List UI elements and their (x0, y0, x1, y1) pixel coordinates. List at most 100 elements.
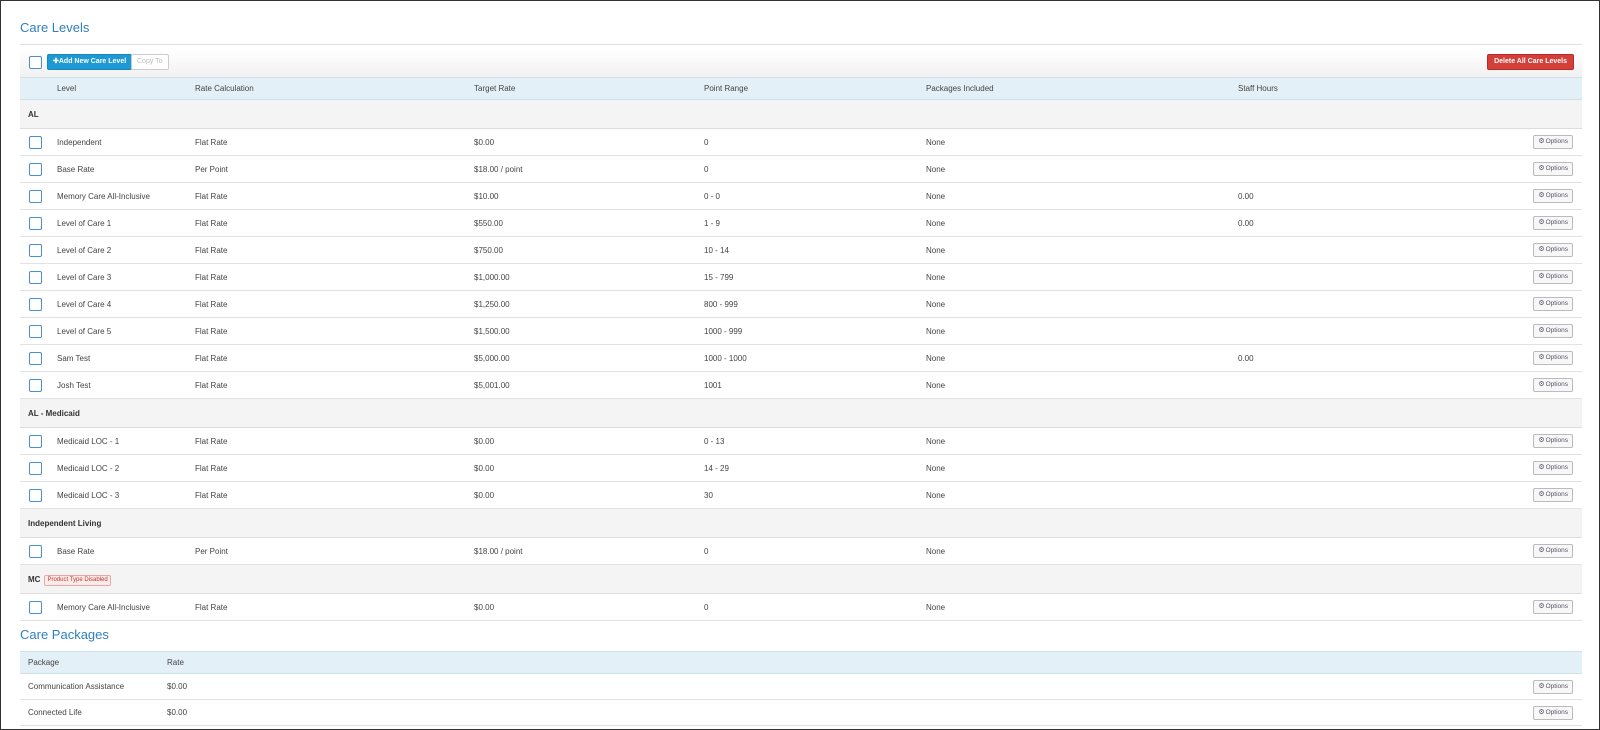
point-range: 14 - 29 (704, 464, 729, 473)
level-name: Level of Care 1 (57, 219, 112, 228)
options-button[interactable]: ⚙Options (1533, 434, 1573, 448)
packages-included: None (926, 138, 946, 147)
gear-icon: ⚙ (1538, 464, 1545, 471)
packages-included: None (926, 165, 946, 174)
col-rate: Rate (167, 658, 184, 667)
gear-icon: ⚙ (1538, 547, 1545, 554)
options-button[interactable]: ⚙Options (1533, 680, 1573, 694)
row-checkbox[interactable] (29, 545, 42, 558)
options-button[interactable]: ⚙Options (1533, 216, 1573, 230)
row-checkbox[interactable] (29, 271, 42, 284)
target-rate: $18.00 / point (474, 165, 523, 174)
group-label: AL (28, 110, 39, 119)
gear-icon: ⚙ (1538, 165, 1545, 172)
group-row: MC Product Type Disabled (20, 565, 1582, 594)
options-button[interactable]: ⚙Options (1533, 351, 1573, 365)
packages-included: None (926, 491, 946, 500)
table-row: Base Rate Per Point $18.00 / point 0 None ⚙Op… (20, 538, 1582, 565)
rate-calculation: Flat Rate (195, 381, 228, 390)
options-button[interactable]: ⚙Options (1533, 162, 1573, 176)
options-button[interactable]: ⚙Options (1533, 461, 1573, 475)
col-package: Package (28, 658, 60, 667)
target-rate: $10.00 (474, 192, 499, 201)
options-button[interactable]: ⚙Options (1533, 297, 1573, 311)
select-all-checkbox[interactable] (29, 56, 42, 69)
row-checkbox[interactable] (29, 190, 42, 203)
care-levels-toolbar: ✚Add New Care Level Copy To Delete All C… (20, 50, 1582, 77)
row-checkbox[interactable] (29, 298, 42, 311)
staff-hours: 0.00 (1238, 354, 1254, 363)
point-range: 0 (704, 547, 709, 556)
options-button[interactable]: ⚙Options (1533, 378, 1573, 392)
delete-all-care-levels-button[interactable]: Delete All Care Levels (1487, 54, 1574, 70)
package-row: Communication Assistance $0.00 ⚙Options (20, 674, 1582, 700)
package-rate: $0.00 (167, 682, 188, 691)
point-range: 1001 (704, 381, 722, 390)
target-rate: $550.00 (474, 219, 503, 228)
rate-calculation: Flat Rate (195, 603, 228, 612)
level-name: Medicaid LOC - 1 (57, 437, 120, 446)
options-button[interactable]: ⚙Options (1533, 324, 1573, 338)
row-checkbox[interactable] (29, 601, 42, 614)
options-button[interactable]: ⚙Options (1533, 189, 1573, 203)
rate-calculation: Per Point (195, 165, 228, 174)
options-button[interactable]: ⚙Options (1533, 243, 1573, 257)
point-range: 800 - 999 (704, 300, 738, 309)
group-label: Independent Living (28, 519, 101, 528)
table-row: Level of Care 3 Flat Rate $1,000.00 15 - 79… (20, 264, 1582, 291)
level-name: Medicaid LOC - 2 (57, 464, 120, 473)
options-label: Options (1545, 381, 1568, 388)
copy-to-button[interactable]: Copy To (131, 54, 169, 70)
options-label: Options (1545, 491, 1568, 498)
options-button[interactable]: ⚙Options (1533, 270, 1573, 284)
gear-icon: ⚙ (1538, 381, 1545, 388)
options-button[interactable]: ⚙Options (1533, 544, 1573, 558)
table-row: Level of Care 4 Flat Rate $1,250.00 800 - 9… (20, 291, 1582, 318)
rate-calculation: Flat Rate (195, 246, 228, 255)
row-checkbox[interactable] (29, 163, 42, 176)
target-rate: $1,500.00 (474, 327, 510, 336)
group-label: MC Product Type Disabled (28, 575, 111, 586)
row-checkbox[interactable] (29, 136, 42, 149)
row-checkbox[interactable] (29, 462, 42, 475)
target-rate: $0.00 (474, 138, 495, 147)
row-checkbox[interactable] (29, 217, 42, 230)
row-checkbox[interactable] (29, 379, 42, 392)
rate-calculation: Flat Rate (195, 300, 228, 309)
options-button[interactable]: ⚙Options (1533, 135, 1573, 149)
point-range: 0 - 13 (704, 437, 725, 446)
gear-icon: ⚙ (1538, 491, 1545, 498)
row-checkbox[interactable] (29, 325, 42, 338)
row-checkbox[interactable] (29, 352, 42, 365)
group-row: AL - Medicaid (20, 399, 1582, 428)
packages-included: None (926, 246, 946, 255)
options-button[interactable]: ⚙Options (1533, 488, 1573, 502)
options-button[interactable]: ⚙Options (1533, 706, 1573, 720)
packages-included: None (926, 603, 946, 612)
table-row: Level of Care 1 Flat Rate $550.00 1 - 9 None… (20, 210, 1582, 237)
level-name: Level of Care 4 (57, 300, 112, 309)
rate-calculation: Flat Rate (195, 192, 228, 201)
add-new-care-level-button[interactable]: ✚Add New Care Level (47, 54, 133, 70)
options-label: Options (1545, 273, 1568, 280)
package-row: Connected Life $0.00 ⚙Options (20, 700, 1582, 726)
table-row: Independent Flat Rate $0.00 0 None ⚙Options (20, 129, 1582, 156)
gear-icon: ⚙ (1538, 192, 1545, 199)
point-range: 30 (704, 491, 713, 500)
rate-calculation: Flat Rate (195, 273, 228, 282)
options-button[interactable]: ⚙Options (1533, 600, 1573, 614)
target-rate: $750.00 (474, 246, 503, 255)
care-packages-title: Care Packages (20, 627, 109, 642)
point-range: 1 - 9 (704, 219, 721, 228)
row-checkbox[interactable] (29, 244, 42, 257)
rate-calculation: Flat Rate (195, 354, 228, 363)
point-range: 0 (704, 138, 709, 147)
level-name: Josh Test (57, 381, 91, 390)
group-name: MC (28, 575, 41, 584)
package-name: Communication Assistance (28, 682, 125, 691)
row-checkbox[interactable] (29, 489, 42, 502)
row-checkbox[interactable] (29, 435, 42, 448)
gear-icon: ⚙ (1538, 138, 1545, 145)
point-range: 1000 - 999 (704, 327, 743, 336)
target-rate: $0.00 (474, 464, 495, 473)
